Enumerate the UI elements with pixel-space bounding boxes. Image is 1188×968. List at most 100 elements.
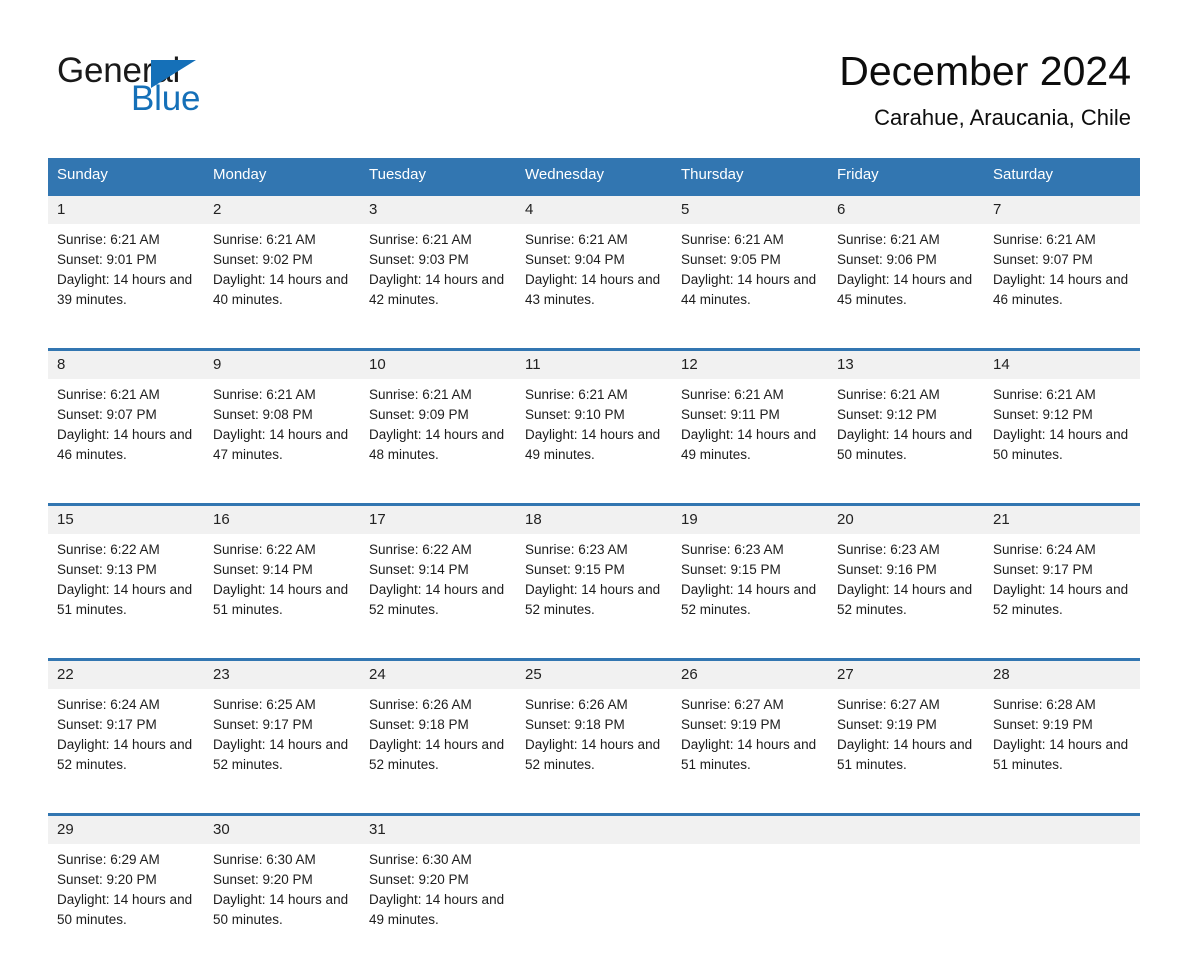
sunset-text: Sunset: 9:14 PM [213,560,350,580]
day-number[interactable]: 14 [984,350,1140,380]
day-number[interactable]: 16 [204,505,360,535]
daylight-text: Daylight: 14 hours and 50 minutes. [993,425,1130,465]
day-number[interactable]: 19 [672,505,828,535]
day-number[interactable]: 1 [48,195,204,225]
day-number[interactable]: 4 [516,195,672,225]
sunrise-text: Sunrise: 6:21 AM [681,230,818,250]
day-number[interactable]: 13 [828,350,984,380]
daylight-text: Daylight: 14 hours and 50 minutes. [213,890,350,930]
day-number[interactable]: 15 [48,505,204,535]
day-details: Sunrise: 6:21 AMSunset: 9:03 PMDaylight:… [360,224,516,350]
day-details-empty [516,844,672,968]
day-number[interactable]: 10 [360,350,516,380]
daylight-text: Daylight: 14 hours and 45 minutes. [837,270,974,310]
daylight-text: Daylight: 14 hours and 51 minutes. [837,735,974,775]
day-details: Sunrise: 6:21 AMSunset: 9:02 PMDaylight:… [204,224,360,350]
day-number[interactable]: 3 [360,195,516,225]
day-details: Sunrise: 6:21 AMSunset: 9:01 PMDaylight:… [48,224,204,350]
day-number[interactable]: 20 [828,505,984,535]
daylight-text: Daylight: 14 hours and 52 minutes. [369,580,506,620]
day-number[interactable]: 8 [48,350,204,380]
day-details: Sunrise: 6:26 AMSunset: 9:18 PMDaylight:… [516,689,672,815]
day-number[interactable]: 27 [828,660,984,690]
sunset-text: Sunset: 9:15 PM [525,560,662,580]
day-number[interactable]: 25 [516,660,672,690]
day-details-empty [984,844,1140,968]
weekday-header-saturday: Saturday [984,158,1140,195]
page-header: General Blue December 2024 Carahue, Arau… [0,0,1188,155]
sunset-text: Sunset: 9:02 PM [213,250,350,270]
day-number[interactable]: 11 [516,350,672,380]
day-details: Sunrise: 6:21 AMSunset: 9:12 PMDaylight:… [984,379,1140,505]
day-number[interactable]: 24 [360,660,516,690]
day-number[interactable]: 23 [204,660,360,690]
day-number[interactable]: 17 [360,505,516,535]
sunrise-text: Sunrise: 6:21 AM [213,385,350,405]
sunrise-text: Sunrise: 6:23 AM [681,540,818,560]
calendar-body: 1234567Sunrise: 6:21 AMSunset: 9:01 PMDa… [48,195,1140,968]
day-number[interactable]: 31 [360,815,516,845]
sunrise-text: Sunrise: 6:21 AM [369,230,506,250]
sunrise-text: Sunrise: 6:27 AM [681,695,818,715]
title-block: December 2024 Carahue, Araucania, Chile [839,46,1131,134]
daylight-text: Daylight: 14 hours and 52 minutes. [525,735,662,775]
sunset-text: Sunset: 9:19 PM [681,715,818,735]
day-details: Sunrise: 6:23 AMSunset: 9:15 PMDaylight:… [516,534,672,660]
daylight-text: Daylight: 14 hours and 47 minutes. [213,425,350,465]
day-details: Sunrise: 6:21 AMSunset: 9:07 PMDaylight:… [984,224,1140,350]
sunrise-text: Sunrise: 6:21 AM [57,385,194,405]
sunrise-text: Sunrise: 6:21 AM [993,230,1130,250]
day-number[interactable]: 21 [984,505,1140,535]
sunrise-text: Sunrise: 6:21 AM [369,385,506,405]
generalblue-logo[interactable]: General Blue [57,52,317,122]
sunrise-text: Sunrise: 6:30 AM [213,850,350,870]
daylight-text: Daylight: 14 hours and 42 minutes. [369,270,506,310]
daylight-text: Daylight: 14 hours and 52 minutes. [681,580,818,620]
calendar-week-details: Sunrise: 6:21 AMSunset: 9:07 PMDaylight:… [48,379,1140,505]
day-number[interactable]: 7 [984,195,1140,225]
sunset-text: Sunset: 9:19 PM [993,715,1130,735]
day-number[interactable]: 2 [204,195,360,225]
sunrise-text: Sunrise: 6:22 AM [369,540,506,560]
day-number[interactable]: 22 [48,660,204,690]
day-details: Sunrise: 6:29 AMSunset: 9:20 PMDaylight:… [48,844,204,968]
calendar-week-details: Sunrise: 6:29 AMSunset: 9:20 PMDaylight:… [48,844,1140,968]
calendar-table: Sunday Monday Tuesday Wednesday Thursday… [48,158,1140,968]
day-number[interactable]: 12 [672,350,828,380]
day-number[interactable]: 29 [48,815,204,845]
sunset-text: Sunset: 9:06 PM [837,250,974,270]
day-number[interactable]: 18 [516,505,672,535]
day-number[interactable]: 28 [984,660,1140,690]
sunrise-text: Sunrise: 6:21 AM [837,385,974,405]
day-number[interactable]: 9 [204,350,360,380]
sunset-text: Sunset: 9:12 PM [837,405,974,425]
sunset-text: Sunset: 9:19 PM [837,715,974,735]
day-number[interactable]: 5 [672,195,828,225]
sunrise-text: Sunrise: 6:24 AM [57,695,194,715]
day-details: Sunrise: 6:22 AMSunset: 9:13 PMDaylight:… [48,534,204,660]
sunset-text: Sunset: 9:13 PM [57,560,194,580]
day-number-empty [516,815,672,845]
sunrise-text: Sunrise: 6:24 AM [993,540,1130,560]
calendar-week-daynumbers: 1234567 [48,195,1140,225]
sunset-text: Sunset: 9:04 PM [525,250,662,270]
location-subtitle: Carahue, Araucania, Chile [839,102,1131,134]
calendar-week-daynumbers: 891011121314 [48,350,1140,380]
day-number-empty [828,815,984,845]
day-number[interactable]: 30 [204,815,360,845]
sunset-text: Sunset: 9:01 PM [57,250,194,270]
day-number[interactable]: 6 [828,195,984,225]
sunrise-text: Sunrise: 6:26 AM [369,695,506,715]
sunset-text: Sunset: 9:08 PM [213,405,350,425]
daylight-text: Daylight: 14 hours and 51 minutes. [993,735,1130,775]
weekday-header-thursday: Thursday [672,158,828,195]
daylight-text: Daylight: 14 hours and 50 minutes. [57,890,194,930]
daylight-text: Daylight: 14 hours and 40 minutes. [213,270,350,310]
day-number[interactable]: 26 [672,660,828,690]
day-details: Sunrise: 6:27 AMSunset: 9:19 PMDaylight:… [828,689,984,815]
sunset-text: Sunset: 9:20 PM [369,870,506,890]
daylight-text: Daylight: 14 hours and 52 minutes. [369,735,506,775]
sunrise-text: Sunrise: 6:27 AM [837,695,974,715]
daylight-text: Daylight: 14 hours and 43 minutes. [525,270,662,310]
calendar-week-details: Sunrise: 6:21 AM Sunset: 9:01 PM Daylight:… [48,224,1140,350]
